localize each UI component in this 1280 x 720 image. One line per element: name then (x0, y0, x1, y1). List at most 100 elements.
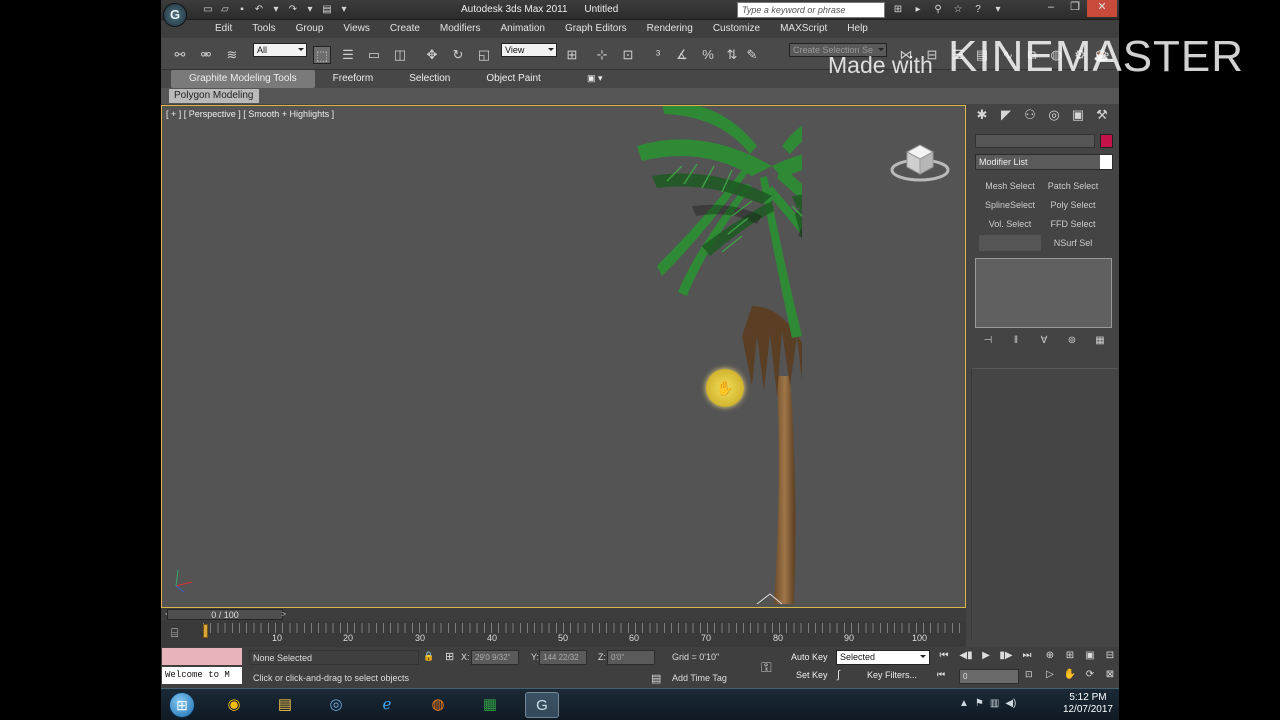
flag-icon[interactable]: ⚑ (975, 698, 984, 709)
default-in-out-tangents-icon[interactable]: ∫ (837, 669, 840, 681)
zoom-icon[interactable]: ⊕ (1043, 650, 1057, 661)
go-to-end-icon[interactable]: ⏭ (1020, 650, 1034, 661)
palm-tree-model[interactable] (452, 106, 802, 606)
network-icon[interactable]: ▥ (990, 698, 999, 709)
nsurf-sel-button[interactable]: NSurf Sel (1042, 235, 1104, 251)
auto-key-button[interactable]: Auto Key (791, 650, 828, 665)
menu-tools[interactable]: Tools (242, 20, 285, 38)
select-and-scale-icon[interactable]: ◱ (475, 46, 493, 64)
window-crossing-icon[interactable]: ◫ (391, 46, 409, 64)
help-dropdown-icon[interactable]: ▾ (991, 3, 1005, 16)
perspective-viewport[interactable]: [ + ] [ Perspective ] [ Smooth + Highlig… (161, 105, 966, 608)
communication-center-icon[interactable]: ⚲ (931, 3, 945, 16)
menu-graph-editors[interactable]: Graph Editors (555, 20, 637, 38)
restore-icon[interactable]: ❐ (1063, 0, 1087, 17)
menu-group[interactable]: Group (286, 20, 334, 38)
minimize-icon[interactable]: – (1039, 0, 1063, 17)
snaps-toggle-icon[interactable]: ³ (649, 46, 667, 64)
help-icon[interactable]: ? (971, 3, 985, 16)
x-coordinate-field[interactable]: 29'0 9/32" (471, 650, 519, 665)
absolute-mode-icon[interactable]: ⊞ (445, 650, 454, 663)
select-and-rotate-icon[interactable]: ↻ (449, 46, 467, 64)
patch-select-button[interactable]: Patch Select (1042, 178, 1104, 194)
favorites-star-icon[interactable]: ☆ (951, 3, 965, 16)
next-frame-icon[interactable]: ▮▶ (999, 650, 1013, 661)
pin-stack-icon[interactable]: ⊣ (979, 335, 997, 351)
angle-snap-icon[interactable]: ∡ (673, 46, 691, 64)
qat-dropdown-icon[interactable]: ▾ (337, 3, 351, 16)
internet-explorer-icon[interactable]: ℯ (370, 692, 404, 718)
go-to-start-icon[interactable]: ⏮ (937, 650, 951, 661)
maximize-viewport-icon[interactable]: ⊠ (1103, 669, 1117, 680)
menu-animation[interactable]: Animation (490, 20, 554, 38)
spinner-snap-icon[interactable]: ⇅ (723, 46, 741, 64)
key-icon[interactable]: ⚿ (761, 659, 772, 676)
close-icon[interactable]: ✕ (1087, 0, 1117, 17)
set-key-button[interactable]: Set Key (796, 668, 828, 683)
orbit-icon[interactable]: ⟳ (1083, 669, 1097, 680)
empty-modifier-button[interactable] (979, 235, 1041, 251)
remove-modifier-icon[interactable]: ⊚ (1063, 335, 1081, 351)
utilities-tab-icon[interactable]: ⚒ (1093, 105, 1111, 125)
menu-customize[interactable]: Customize (703, 20, 770, 38)
track-bar[interactable]: ⌸ 10 20 30 40 50 60 70 80 90 100 (161, 621, 966, 647)
time-next-button[interactable]: > (281, 608, 286, 621)
y-coordinate-field[interactable]: 144 22/32 (539, 650, 587, 665)
undo-dropdown-icon[interactable]: ▾ (269, 3, 283, 16)
tab-object-paint[interactable]: Object Paint (468, 70, 558, 88)
create-tab-icon[interactable]: ✱ (973, 105, 991, 125)
display-tab-icon[interactable]: ▣ (1069, 105, 1087, 125)
search-input[interactable]: Type a keyword or phrase (737, 2, 885, 18)
zoom-extents-icon[interactable]: ▣ (1083, 650, 1097, 661)
spline-select-button[interactable]: SplineSelect (979, 197, 1041, 213)
hierarchy-tab-icon[interactable]: ⚇ (1021, 105, 1039, 125)
select-and-link-icon[interactable]: ⚯ (171, 46, 189, 64)
time-slider-knob[interactable]: 0 / 100 (167, 609, 283, 620)
key-filters-button[interactable]: Key Filters... (867, 668, 917, 683)
3dsmax-taskbar-icon[interactable]: G (525, 692, 559, 718)
show-end-result-icon[interactable]: ‖ (1007, 335, 1025, 351)
redo-icon[interactable]: ↷ (286, 3, 300, 16)
chrome-icon[interactable]: ◉ (217, 692, 251, 718)
select-object-icon[interactable]: ⬚ (313, 46, 331, 64)
skype-like-app-icon[interactable]: ◎ (319, 692, 353, 718)
make-unique-icon[interactable]: ∀ (1035, 335, 1053, 351)
select-manipulate-icon[interactable]: ⊹ (593, 46, 611, 64)
unlink-icon[interactable]: ⚮ (197, 46, 215, 64)
project-folder-icon[interactable]: ▤ (320, 3, 334, 16)
reference-coordinate-dropdown[interactable]: View (501, 43, 557, 57)
selection-filter-dropdown[interactable]: All (253, 43, 307, 57)
excel-icon[interactable]: ▦ (473, 692, 507, 718)
file-explorer-icon[interactable]: ▤ (268, 692, 302, 718)
binoculars-icon[interactable]: ⊞ (891, 3, 905, 16)
menu-maxscript[interactable]: MAXScript (770, 20, 837, 38)
menu-edit[interactable]: Edit (205, 20, 242, 38)
undo-icon[interactable]: ↶ (252, 3, 266, 16)
percent-snap-icon[interactable]: % (699, 46, 717, 64)
ribbon-toggle-icon[interactable]: ▣ ▾ (587, 73, 603, 84)
rectangle-selection-icon[interactable]: ▭ (365, 46, 383, 64)
menu-modifiers[interactable]: Modifiers (430, 20, 491, 38)
new-file-icon[interactable]: ▭ (201, 3, 215, 16)
ffd-select-button[interactable]: FFD Select (1042, 216, 1104, 232)
viewcube-icon[interactable] (889, 134, 951, 186)
menu-create[interactable]: Create (380, 20, 430, 38)
vol-select-button[interactable]: Vol. Select (979, 216, 1041, 232)
motion-tab-icon[interactable]: ◎ (1045, 105, 1063, 125)
add-time-tag[interactable]: Add Time Tag (672, 673, 727, 683)
time-tag-icon[interactable]: ▤ (651, 672, 661, 685)
maxscript-listener-mini[interactable] (162, 648, 242, 665)
viewport-label[interactable]: [ + ] [ Perspective ] [ Smooth + Highlig… (166, 109, 334, 119)
pivot-center-icon[interactable]: ⊞ (563, 46, 581, 64)
edit-named-selection-icon[interactable]: ✎ (743, 46, 761, 64)
tab-selection[interactable]: Selection (391, 70, 468, 88)
tab-freeform[interactable]: Freeform (315, 70, 392, 88)
show-hidden-icons-icon[interactable]: ▲ (959, 698, 969, 709)
field-of-view-icon[interactable]: ▷ (1043, 669, 1057, 680)
keyboard-shortcut-override-icon[interactable]: ⊡ (619, 46, 637, 64)
start-button-icon[interactable]: ⊞ (169, 692, 195, 718)
bind-space-warp-icon[interactable]: ≋ (223, 46, 241, 64)
modify-tab-icon[interactable]: ◤ (997, 105, 1015, 125)
mesh-select-button[interactable]: Mesh Select (979, 178, 1041, 194)
volume-icon[interactable]: ◀) (1005, 698, 1016, 709)
